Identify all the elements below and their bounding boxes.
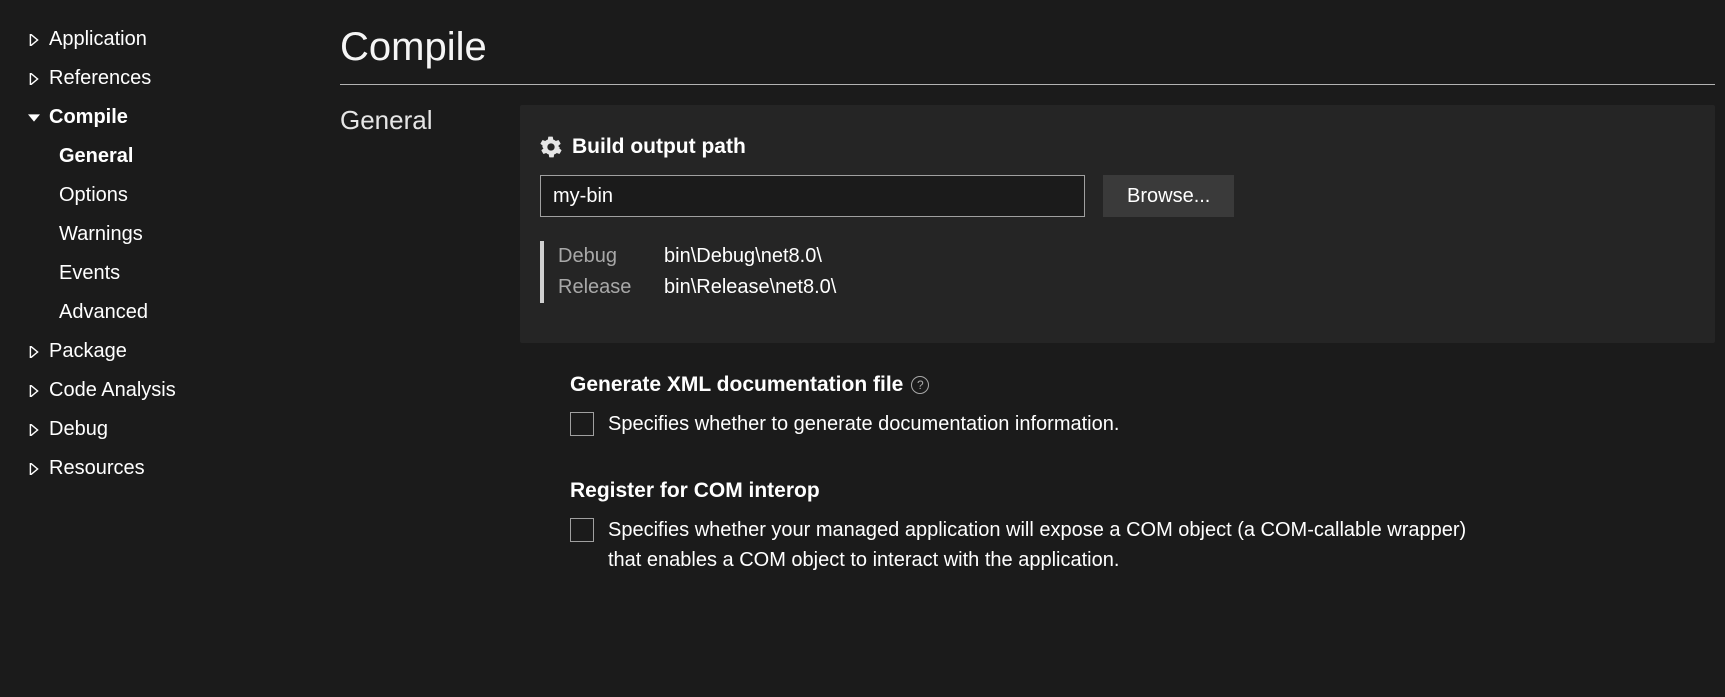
divider <box>340 84 1715 85</box>
chevron-right-icon <box>25 73 43 85</box>
chevron-right-icon <box>25 424 43 436</box>
sidebar-item-label: Application <box>49 28 147 51</box>
sidebar-item-advanced[interactable]: Advanced <box>59 293 330 332</box>
config-name: Debug <box>558 241 664 272</box>
sidebar-item-compile[interactable]: Compile <box>25 98 330 137</box>
sidebar-sub-compile: General Options Warnings Events Advanced <box>25 137 330 332</box>
com-interop-setting: Register for COM interop Specifies wheth… <box>570 479 1715 575</box>
sidebar-item-label: Events <box>59 262 120 285</box>
sidebar-item-warnings[interactable]: Warnings <box>59 215 330 254</box>
sidebar-item-label: General <box>59 145 133 168</box>
table-row: Debug bin\Debug\net8.0\ <box>558 241 1665 272</box>
sidebar-item-code-analysis[interactable]: Code Analysis <box>25 371 330 410</box>
xml-doc-setting: Generate XML documentation file ? Specif… <box>570 373 1715 439</box>
sidebar-item-resources[interactable]: Resources <box>25 449 330 488</box>
sidebar-item-options[interactable]: Options <box>59 176 330 215</box>
com-interop-title: Register for COM interop <box>570 479 820 503</box>
sidebar-item-application[interactable]: Application <box>25 20 330 59</box>
page-title: Compile <box>340 25 1715 70</box>
sidebar-item-label: Advanced <box>59 301 148 324</box>
chevron-right-icon <box>25 346 43 358</box>
config-path: bin\Debug\net8.0\ <box>664 241 822 272</box>
sidebar-item-package[interactable]: Package <box>25 332 330 371</box>
xml-doc-title: Generate XML documentation file <box>570 373 903 397</box>
sidebar-item-label: References <box>49 67 151 90</box>
sidebar-item-general[interactable]: General <box>59 137 330 176</box>
sidebar-item-label: Compile <box>49 106 128 129</box>
chevron-down-icon <box>25 112 43 124</box>
chevron-right-icon <box>25 34 43 46</box>
sidebar-item-label: Warnings <box>59 223 143 246</box>
table-row: Release bin\Release\net8.0\ <box>558 272 1665 303</box>
sidebar-item-label: Options <box>59 184 128 207</box>
chevron-right-icon <box>25 463 43 475</box>
sidebar-item-events[interactable]: Events <box>59 254 330 293</box>
xml-doc-checkbox[interactable] <box>570 412 594 436</box>
main-content: Compile General Build output path Br <box>330 0 1725 697</box>
com-interop-checkbox[interactable] <box>570 518 594 542</box>
gear-icon <box>540 136 562 158</box>
xml-doc-desc: Specifies whether to generate documentat… <box>608 409 1119 439</box>
sidebar-item-label: Debug <box>49 418 108 441</box>
section-label: General <box>340 105 520 136</box>
build-output-input[interactable] <box>540 175 1085 217</box>
sidebar-item-label: Code Analysis <box>49 379 176 402</box>
build-output-label: Build output path <box>572 135 746 159</box>
browse-button[interactable]: Browse... <box>1103 175 1234 217</box>
config-name: Release <box>558 272 664 303</box>
sidebar-item-label: Resources <box>49 457 145 480</box>
settings-sidebar: Application References Compile General O… <box>0 0 330 697</box>
com-interop-desc: Specifies whether your managed applicati… <box>608 515 1478 575</box>
config-paths-table: Debug bin\Debug\net8.0\ Release bin\Rele… <box>540 241 1665 303</box>
sidebar-item-references[interactable]: References <box>25 59 330 98</box>
sidebar-item-debug[interactable]: Debug <box>25 410 330 449</box>
help-icon[interactable]: ? <box>911 376 929 394</box>
sidebar-item-label: Package <box>49 340 127 363</box>
build-output-panel: Build output path Browse... Debug bin\De… <box>520 105 1715 343</box>
chevron-right-icon <box>25 385 43 397</box>
config-path: bin\Release\net8.0\ <box>664 272 836 303</box>
